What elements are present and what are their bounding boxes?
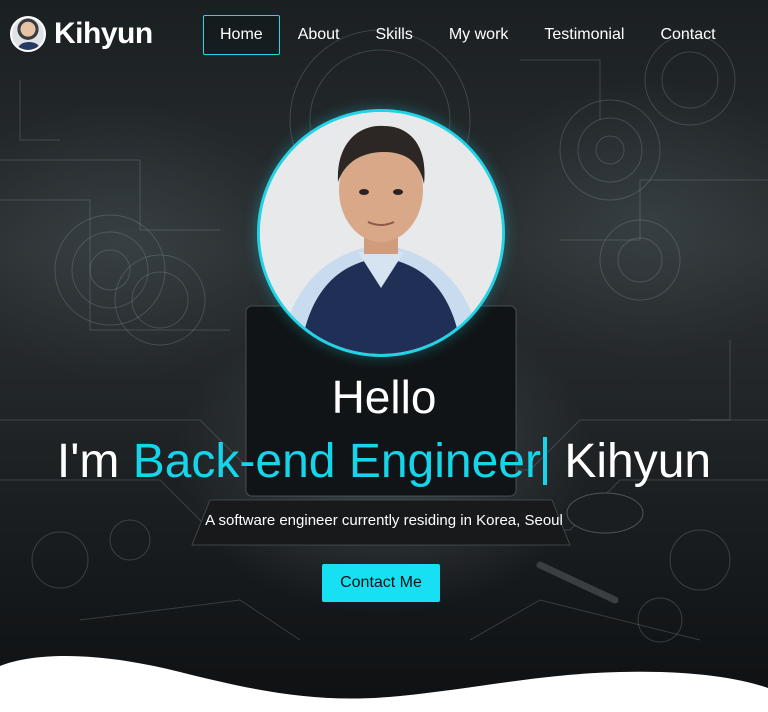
hero-subtitle: A software engineer currently residing i…	[205, 512, 563, 529]
intro-prefix: I'm	[56, 435, 133, 488]
bottom-wave-divider	[0, 655, 768, 712]
main-nav: Home About Skills My work Testimonial Co…	[203, 15, 734, 55]
hero-section: Kihyun Home About Skills My work Testimo…	[0, 0, 768, 712]
brand-name: Kihyun	[54, 17, 153, 50]
typing-cursor	[542, 437, 547, 485]
contact-me-button[interactable]: Contact Me	[322, 564, 440, 602]
nav-home[interactable]: Home	[203, 15, 280, 55]
greeting-heading: Hello	[331, 371, 437, 423]
nav-about[interactable]: About	[280, 15, 358, 55]
brand-avatar-icon	[10, 16, 46, 52]
profile-portrait	[257, 109, 505, 357]
nav-my-work[interactable]: My work	[431, 15, 527, 55]
brand[interactable]: Kihyun	[10, 16, 153, 52]
intro-name: Kihyun	[550, 435, 712, 488]
nav-testimonial[interactable]: Testimonial	[526, 15, 642, 55]
nav-contact[interactable]: Contact	[642, 15, 733, 55]
profile-photo	[260, 112, 502, 354]
typed-role: Back-end Engineer	[132, 435, 541, 488]
intro-heading: I'm Back-end Engineer Kihyun	[0, 434, 768, 489]
nav-skills[interactable]: Skills	[358, 15, 431, 55]
